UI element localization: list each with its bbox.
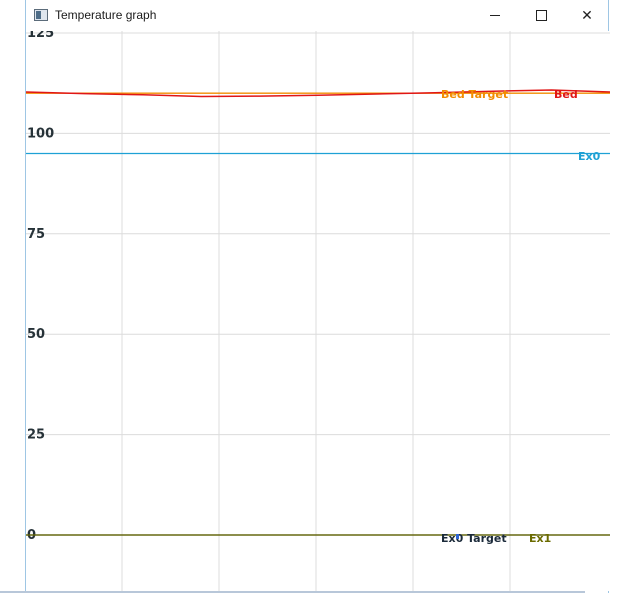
ex1-label: Ex1 bbox=[529, 532, 551, 545]
ex0-target-label: Ex0 Target bbox=[441, 532, 507, 545]
bed-target-label: Bed Target bbox=[441, 88, 508, 101]
temperature-chart: 1251007550250Bed Target BedEx0Ex0 Target E… bbox=[26, 31, 610, 591]
y-axis-tick-label: 100 bbox=[27, 126, 54, 141]
maximize-button[interactable] bbox=[518, 0, 564, 31]
temperature-window: Temperature graph 1251007550250Bed Targe… bbox=[25, 0, 610, 593]
app-icon bbox=[34, 9, 48, 21]
window-title: Temperature graph bbox=[55, 8, 157, 22]
bed-label: Bed bbox=[554, 88, 578, 101]
y-axis-tick-label: 50 bbox=[27, 327, 45, 342]
ex0-label: Ex0 bbox=[578, 150, 601, 163]
minimize-button[interactable] bbox=[472, 0, 518, 31]
ex0-target-marker bbox=[456, 534, 459, 539]
y-axis-tick-label: 125 bbox=[27, 31, 54, 41]
y-axis-tick-label: 25 bbox=[27, 428, 45, 443]
close-button[interactable] bbox=[564, 0, 610, 31]
y-axis-tick-label: 75 bbox=[27, 227, 45, 242]
title-bar[interactable]: Temperature graph bbox=[26, 0, 608, 31]
